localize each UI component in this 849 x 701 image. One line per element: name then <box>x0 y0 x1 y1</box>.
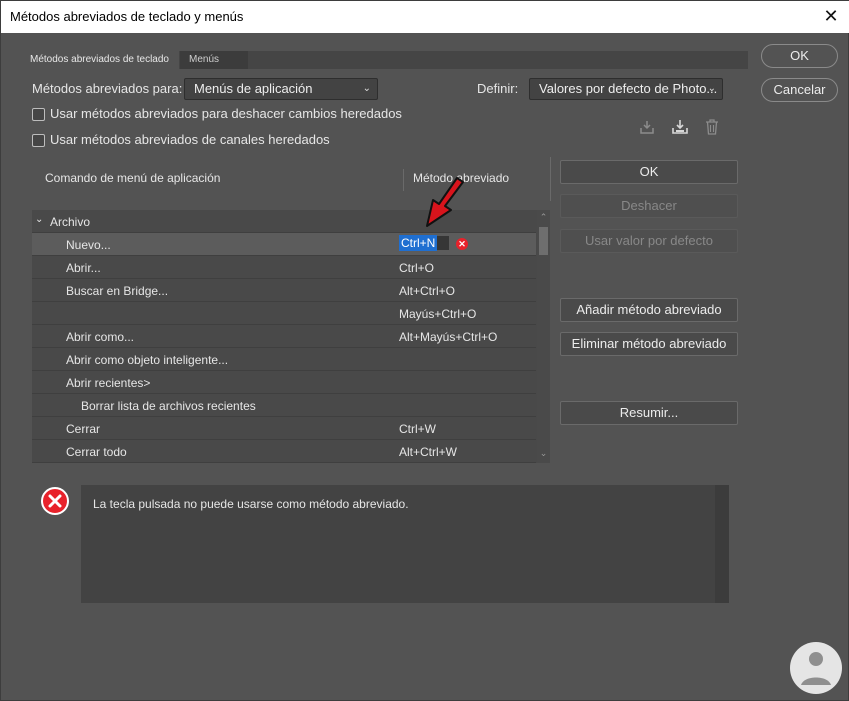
channels-legacy-checkbox[interactable] <box>32 134 45 147</box>
undo-legacy-checkbox[interactable] <box>32 108 45 121</box>
scroll-down-icon[interactable]: ⌄ <box>537 448 550 459</box>
ok-button[interactable]: OK <box>761 44 838 68</box>
trash-icon[interactable] <box>703 119 721 137</box>
shortcuts-for-value: Menús de aplicación <box>194 81 313 96</box>
close-icon[interactable]: ✕ <box>820 5 842 27</box>
row-command: Abrir... <box>66 261 101 275</box>
table-row[interactable]: Abrir... Ctrl+O <box>32 256 536 279</box>
use-default-button[interactable]: Usar valor por defecto <box>560 229 738 253</box>
table-row[interactable]: Abrir como... Alt+Mayús+Ctrl+O <box>32 325 536 348</box>
message-scrollbar[interactable] <box>715 485 729 603</box>
delete-shortcut-button[interactable]: Eliminar método abreviado <box>560 332 738 356</box>
table-row[interactable]: Borrar lista de archivos recientes <box>32 394 536 417</box>
table-row[interactable]: Abrir como objeto inteligente... <box>32 348 536 371</box>
panel-ok-button[interactable]: OK <box>560 160 738 184</box>
row-command: Nuevo... <box>66 238 111 252</box>
row-command: Abrir como objeto inteligente... <box>66 353 229 367</box>
error-icon <box>41 487 69 515</box>
dialog-window: Métodos abreviados de teclado y menús ✕ … <box>0 0 849 701</box>
scroll-up-icon[interactable]: ⌃ <box>537 212 550 223</box>
define-value: Valores por defecto de Photo... <box>539 81 718 96</box>
column-command: Comando de menú de aplicación <box>45 171 221 185</box>
scrollbar-thumb[interactable] <box>539 227 548 255</box>
channels-legacy-label: Usar métodos abreviados de canales hered… <box>50 132 330 147</box>
tab-menus[interactable]: Menús <box>180 51 248 69</box>
shortcut-table: ⌄ Archivo Nuevo... Ctrl+N ✕ Abrir... Ctr… <box>32 210 550 463</box>
header-edge <box>550 157 551 201</box>
window-title: Métodos abreviados de teclado y menús <box>10 9 244 24</box>
summarize-button[interactable]: Resumir... <box>560 401 738 425</box>
add-shortcut-button[interactable]: Añadir método abreviado <box>560 298 738 322</box>
title-bar: Métodos abreviados de teclado y menús ✕ <box>1 1 849 33</box>
table-row[interactable]: Mayús+Ctrl+O <box>32 302 536 325</box>
undo-button[interactable]: Deshacer <box>560 194 738 218</box>
shortcuts-for-select[interactable]: Menús de aplicación ⌄ <box>184 78 378 100</box>
tab-keyboard-shortcuts[interactable]: Métodos abreviados de teclado <box>21 51 179 69</box>
cancel-button[interactable]: Cancelar <box>761 78 838 102</box>
shortcut-input-value[interactable]: Ctrl+N <box>399 235 438 251</box>
remove-shortcut-icon[interactable]: ✕ <box>456 238 468 250</box>
row-command: Buscar en Bridge... <box>66 284 169 298</box>
row-command: Borrar lista de archivos recientes <box>81 399 256 413</box>
table-scrollbar[interactable]: ⌃ ⌄ <box>537 210 550 463</box>
input-caret-area <box>437 236 450 250</box>
row-shortcut: Ctrl+W <box>399 422 436 436</box>
table-row[interactable]: Abrir recientes> <box>32 371 536 394</box>
row-command: Cerrar <box>66 422 101 436</box>
watermark-logo-icon <box>790 642 842 694</box>
error-message: La tecla pulsada no puede usarse como mé… <box>93 497 409 511</box>
row-shortcut: Ctrl+O <box>399 261 435 275</box>
row-shortcut: Mayús+Ctrl+O <box>399 307 477 321</box>
shortcut-edit-field[interactable]: Ctrl+N <box>399 235 450 251</box>
row-command: Cerrar todo <box>66 445 127 459</box>
undo-legacy-label: Usar métodos abreviados para deshacer ca… <box>50 106 402 121</box>
define-label: Definir: <box>477 81 519 96</box>
row-shortcut: Alt+Ctrl+W <box>399 445 458 459</box>
row-shortcut: Alt+Mayús+Ctrl+O <box>399 330 498 344</box>
save-set-icon[interactable] <box>638 119 656 137</box>
shortcuts-for-label: Métodos abreviados para: <box>32 81 183 96</box>
table-row[interactable]: Cerrar Ctrl+W <box>32 417 536 440</box>
row-shortcut: Alt+Ctrl+O <box>399 284 456 298</box>
shortcut-table-header: Comando de menú de aplicación Método abr… <box>32 157 551 207</box>
group-label: Archivo <box>50 215 91 229</box>
chevron-down-icon: ⌄ <box>362 83 371 94</box>
row-command: Abrir como... <box>66 330 135 344</box>
row-command: Abrir recientes> <box>66 376 151 390</box>
define-select[interactable]: Valores por defecto de Photo... ⌄ <box>529 78 723 100</box>
table-row[interactable]: Nuevo... Ctrl+N ✕ <box>32 233 536 256</box>
column-divider <box>403 169 404 191</box>
table-row[interactable]: Buscar en Bridge... Alt+Ctrl+O <box>32 279 536 302</box>
new-set-icon[interactable] <box>671 119 689 137</box>
chevron-down-icon[interactable]: ⌄ <box>35 214 43 225</box>
arrow-annotation-icon <box>426 177 464 227</box>
message-area: La tecla pulsada no puede usarse como mé… <box>81 485 729 603</box>
chevron-down-icon: ⌄ <box>707 83 716 94</box>
table-row[interactable]: Cerrar todo Alt+Ctrl+W <box>32 440 536 463</box>
